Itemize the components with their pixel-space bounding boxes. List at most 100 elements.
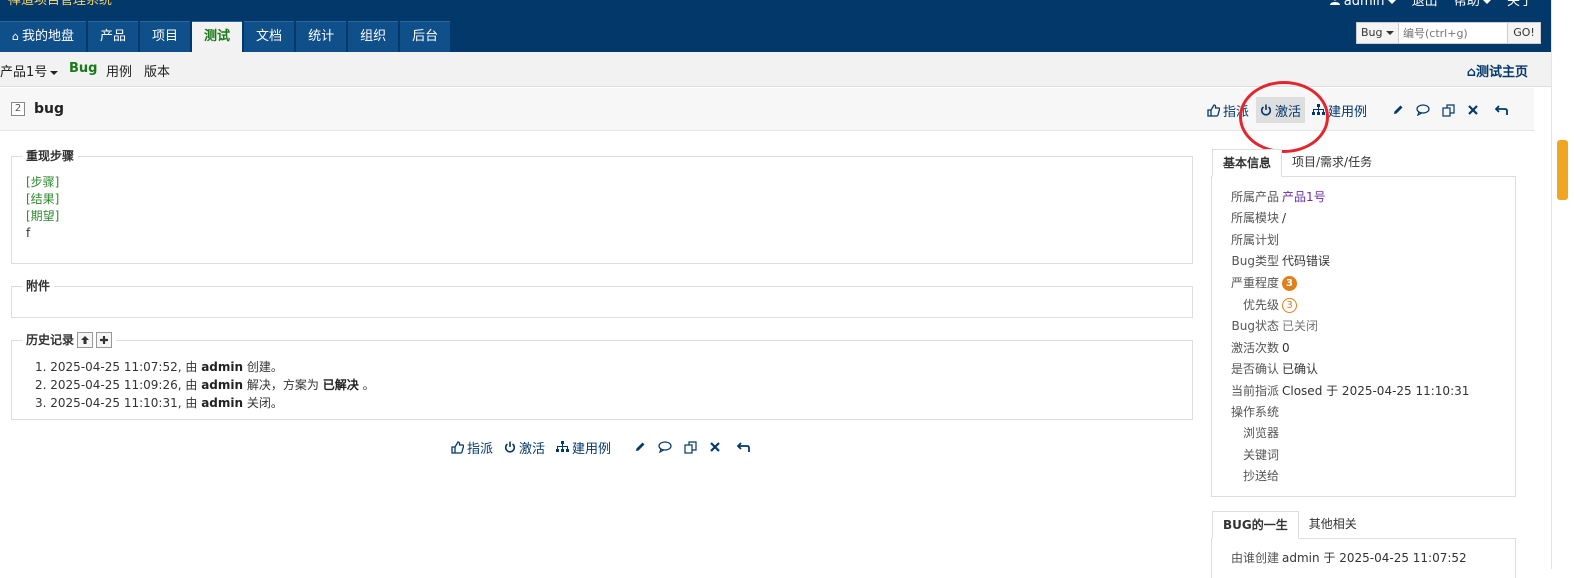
comment-icon [658, 441, 672, 453]
step-content: f [26, 226, 31, 240]
tab-other-related[interactable]: 其他相关 [1299, 511, 1367, 539]
power-icon [504, 441, 516, 453]
edit-button[interactable] [1388, 97, 1408, 123]
field-mailto: 抄送给 [1242, 469, 1279, 483]
nav-company[interactable]: 组织 [348, 21, 399, 52]
basic-info-panel: 所属产品 产品1号 所属模块 / 所属计划 Bug类型 代码错误 严重程度 3 优先级 3… [1211, 176, 1516, 497]
back-button-bottom[interactable] [734, 434, 754, 460]
user-menu[interactable]: admin [1329, 0, 1396, 9]
back-button[interactable] [1492, 97, 1512, 123]
back-icon [737, 441, 750, 452]
back-icon [1495, 104, 1508, 115]
close-icon [710, 442, 720, 452]
tab-project-story-task[interactable]: 项目/需求/任务 [1282, 149, 1382, 177]
step-label: [步骤] [26, 175, 60, 189]
top-user-menu: admin 退出 帮助 关于 [1318, 0, 1533, 10]
copy-button-bottom[interactable] [680, 434, 700, 460]
history-item: 1. 2025-04-25 11:07:52, 由 admin 创建。 [35, 360, 283, 374]
search-input[interactable] [1399, 23, 1507, 43]
history-section: 历史记录 1. 2025-04-25 11:07:52, 由 admin 创建。… [11, 331, 1193, 420]
scrollbar-thumb[interactable] [1557, 140, 1568, 200]
search-type-select[interactable]: Bug [1357, 23, 1399, 43]
pencil-icon [1394, 105, 1403, 114]
nav-qa[interactable]: 测试 [192, 21, 243, 52]
qa-home-link[interactable]: ⌂测试主页 [1467, 61, 1528, 80]
comment-icon [1416, 104, 1430, 116]
subnav-build[interactable]: 版本 [144, 61, 170, 80]
copy-icon [1441, 103, 1455, 117]
sitemap-icon [556, 441, 570, 452]
subnav-case[interactable]: 用例 [106, 61, 132, 80]
thumb-icon [1207, 103, 1220, 117]
user-icon [1329, 0, 1340, 5]
search-box: Bug GO! [1356, 22, 1541, 44]
steps-legend: 重现步骤 [22, 147, 79, 164]
severity-badge: 3 [1282, 276, 1297, 291]
field-os: 操作系统 [1230, 405, 1279, 419]
files-legend: 附件 [22, 277, 55, 294]
result-label: [结果] [26, 192, 60, 206]
search-go-button[interactable]: GO! [1507, 23, 1540, 43]
nav-project[interactable]: 项目 [140, 21, 191, 52]
logout-link[interactable]: 退出 [1412, 0, 1438, 9]
tab-bug-life[interactable]: BUG的一生 [1212, 511, 1299, 539]
copy-icon [683, 440, 697, 454]
delete-button[interactable] [1463, 97, 1483, 123]
edit-button-bottom[interactable] [630, 434, 650, 460]
expect-label: [期望] [26, 209, 60, 223]
field-module: 所属模块 / [1230, 211, 1287, 225]
highlight-circle [1239, 81, 1329, 153]
activate-button-bottom[interactable]: 激活 [500, 434, 549, 460]
comment-button-bottom[interactable] [655, 434, 675, 460]
priority-badge: 3 [1282, 298, 1297, 313]
main-nav: ⌂ 我的地盘 产品 项目 测试 文档 统计 组织 后台 [0, 21, 452, 52]
comment-button[interactable] [1413, 97, 1433, 123]
product-link[interactable]: 产品1号 [1282, 187, 1326, 208]
history-item: 2. 2025-04-25 11:09:26, 由 admin 解决，方案为 已… [35, 378, 375, 392]
field-keywords: 关键词 [1242, 448, 1279, 462]
field-plan: 所属计划 [1230, 233, 1279, 247]
field-browser: 浏览器 [1242, 426, 1279, 440]
nav-product[interactable]: 产品 [88, 21, 139, 52]
home-icon: ⌂ [1466, 65, 1476, 80]
bottom-actions: 指派 激活 建用例 [447, 434, 754, 460]
bug-title: bug [34, 101, 65, 117]
tab-basic-info[interactable]: 基本信息 [1212, 149, 1283, 177]
arrow-up-icon [81, 335, 90, 344]
field-activated-count: 激活次数 0 [1230, 341, 1290, 355]
plus-icon [100, 335, 109, 344]
sort-history-button[interactable] [77, 331, 94, 348]
history-item: 3. 2025-04-25 11:10:31, 由 admin 关闭。 [35, 396, 283, 410]
close-icon [1468, 105, 1478, 115]
bug-life-panel: 由谁创建 admin 于 2025-04-25 11:07:52 [1211, 538, 1516, 578]
history-legend: 历史记录 [22, 331, 117, 348]
field-opened-by: 由谁创建 admin 于 2025-04-25 11:07:52 [1230, 551, 1467, 565]
files-section: 附件 [11, 277, 1193, 318]
product-switcher[interactable]: 产品1号 [0, 61, 59, 80]
help-menu[interactable]: 帮助 [1454, 0, 1491, 9]
about-link[interactable]: 关于 [1507, 0, 1533, 9]
copy-button[interactable] [1438, 97, 1458, 123]
steps-section: 重现步骤 [步骤] [结果] [期望] f [11, 147, 1193, 264]
expand-history-button[interactable] [96, 331, 113, 348]
nav-report[interactable]: 统计 [296, 21, 347, 52]
life-tabs: BUG的一生 其他相关 [1212, 511, 1367, 539]
bug-id: 2 [11, 102, 25, 116]
subnav-bug[interactable]: Bug [69, 61, 97, 76]
field-type: Bug类型 代码错误 [1231, 254, 1331, 268]
field-assigned-to: 当前指派 Closed 于 2025-04-25 11:10:31 [1230, 384, 1470, 398]
field-status: Bug状态 已关闭 [1231, 319, 1319, 333]
create-case-button-bottom[interactable]: 建用例 [552, 434, 615, 460]
header: 禅道项目管理系统 admin 退出 帮助 关于 ⌂ 我的地盘 产品 项目 测试 文… [0, 0, 1551, 52]
nav-doc[interactable]: 文档 [244, 21, 295, 52]
nav-admin[interactable]: 后台 [400, 21, 451, 52]
nav-my[interactable]: ⌂ 我的地盘 [0, 21, 86, 52]
delete-button-bottom[interactable] [705, 434, 725, 460]
info-tabs: 基本信息 项目/需求/任务 [1212, 149, 1382, 177]
field-priority: 优先级 3 [1212, 295, 1515, 316]
scrollbar-track[interactable] [1551, 0, 1574, 569]
field-severity: 严重程度 3 [1212, 273, 1515, 294]
assign-button-bottom[interactable]: 指派 [447, 434, 497, 460]
app-name: 禅道项目管理系统 [8, 0, 113, 8]
history-list: 1. 2025-04-25 11:07:52, 由 admin 创建。 2. 2… [35, 358, 375, 412]
